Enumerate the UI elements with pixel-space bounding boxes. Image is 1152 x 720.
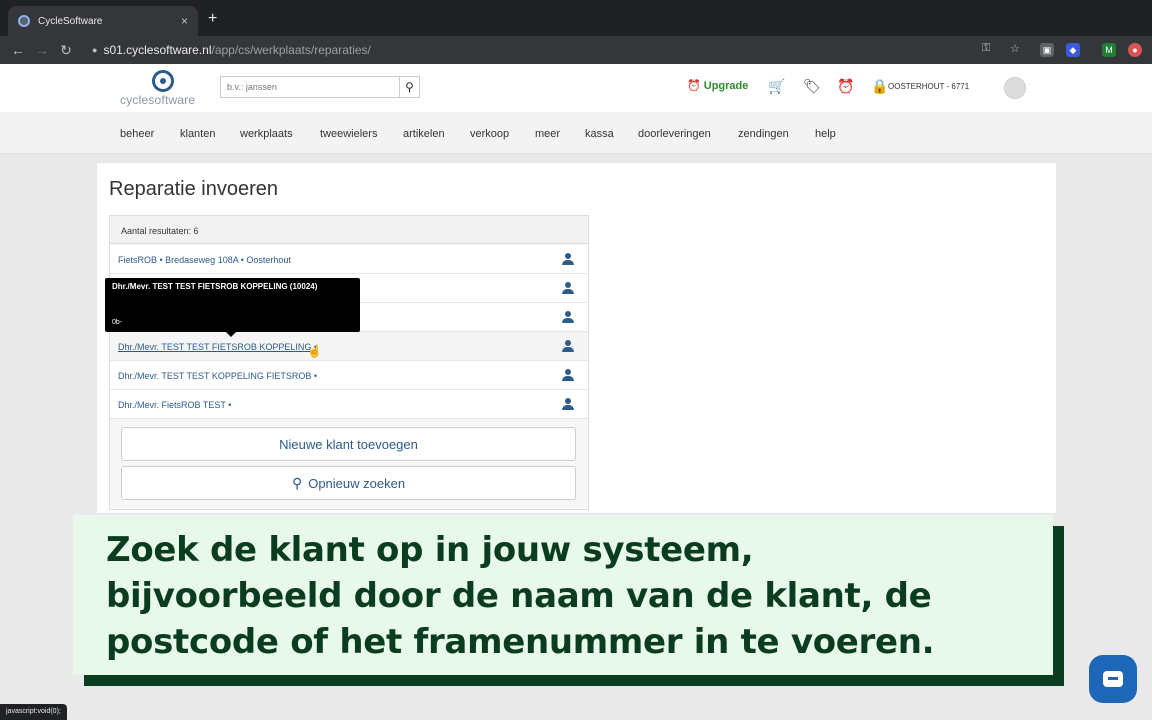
url-domain: s01.cyclesoftware.nl (103, 43, 212, 57)
list-item[interactable]: Dhr./Mevr. FietsROB TEST • (110, 390, 588, 419)
nav-item-klanten[interactable]: klanten (180, 128, 215, 140)
back-icon[interactable]: ← (6, 42, 30, 58)
customer-tooltip: Dhr./Mevr. TEST TEST FIETSROB KOPPELING … (105, 278, 360, 337)
tooltip-title: Dhr./Mevr. TEST TEST FIETSROB KOPPELING … (112, 282, 318, 291)
nav-item-doorleveringen[interactable]: doorleveringen (638, 128, 711, 140)
results-list: Aantal resultaten: 6 FietsROB • Bredasew… (109, 215, 589, 510)
browser-toolbar: ← → ↻ ● s01.cyclesoftware.nl/app/cs/werk… (0, 36, 1152, 64)
app-header: cyclesoftware ⚲ (0, 64, 1152, 112)
avatar[interactable] (1004, 77, 1026, 99)
lock-icon[interactable]: ● (92, 45, 97, 55)
caption-line: Zoek de klant op in jouw systeem, (106, 530, 754, 570)
list-item-label[interactable]: Dhr./Mevr. TEST TEST FIETSROB KOPPELING … (118, 342, 317, 352)
reload-icon[interactable]: ↻ (54, 42, 78, 59)
logo-text: cyclesoftware (120, 93, 196, 107)
shield-extension-icon[interactable]: ◆ (1066, 43, 1080, 57)
status-url: javascript:void(0); (0, 704, 67, 720)
key-icon[interactable]: ⚿ (982, 42, 990, 55)
cart-icon[interactable]: 🛒 (768, 78, 785, 95)
list-item[interactable]: Dhr./Mevr. TEST TEST FIETSROB KOPPELING … (110, 332, 588, 361)
upgrade-link[interactable]: ⏰ Upgrade (687, 79, 748, 92)
lock-store-icon[interactable]: 🔒 (871, 78, 888, 95)
new-customer-button[interactable]: Nieuwe klant toevoegen (121, 427, 576, 461)
chat-button[interactable] (1089, 655, 1137, 703)
address-bar[interactable]: s01.cyclesoftware.nl/app/cs/werkplaats/r… (103, 43, 370, 57)
search-icon: ⚲ (291, 474, 303, 491)
upgrade-label: Upgrade (703, 80, 749, 92)
tooltip-arrow (226, 332, 236, 337)
list-item-label[interactable]: Dhr./Mevr. TEST TEST KOPPELING FIETSROB … (118, 371, 317, 381)
nav-item-artikelen[interactable]: artikelen (403, 128, 445, 140)
store-label[interactable]: OOSTERHOUT - 6771 (888, 82, 969, 91)
search-icon[interactable]: ⚲ (399, 77, 419, 97)
list-item-label[interactable]: Dhr./Mevr. FietsROB TEST • (118, 400, 231, 410)
nav-item-verkoop[interactable]: verkoop (470, 128, 509, 140)
person-icon[interactable] (562, 398, 574, 411)
alarm-icon[interactable]: ⏰ (837, 78, 854, 95)
forward-icon[interactable]: → (30, 42, 54, 58)
page-title: Reparatie invoeren (109, 178, 278, 200)
extension-m-icon[interactable]: M (1102, 43, 1116, 57)
nav-item-meer[interactable]: meer (535, 128, 560, 140)
main-nav: beheer klanten werkplaats tweewielers ar… (0, 112, 1152, 154)
tab-title: CycleSoftware (38, 15, 103, 27)
list-item[interactable]: FietsROB • Bredaseweg 108A • Oosterhout (110, 245, 588, 274)
star-icon[interactable]: ☆ (1010, 42, 1020, 55)
search-input[interactable] (221, 77, 399, 97)
person-icon[interactable] (562, 253, 574, 266)
tag-icon[interactable]: 🏷 (803, 78, 821, 95)
url-path: /app/cs/werkplaats/reparaties/ (211, 43, 371, 57)
nav-item-werkplaats[interactable]: werkplaats (240, 128, 293, 140)
list-item[interactable]: Dhr./Mevr. TEST TEST KOPPELING FIETSROB … (110, 361, 588, 390)
nav-item-kassa[interactable]: kassa (585, 128, 614, 140)
nav-item-beheer[interactable]: beheer (120, 128, 154, 140)
person-icon[interactable] (562, 311, 574, 324)
browser-tab-bar: CycleSoftware × + (0, 0, 1152, 36)
person-icon[interactable] (562, 369, 574, 382)
cursor-icon: ☝ (307, 344, 322, 358)
new-tab-button[interactable]: + (208, 10, 217, 28)
search-again-label: Opnieuw zoeken (308, 475, 406, 491)
caption-line: postcode of het framenummer in te voeren… (106, 622, 935, 662)
profile-icon[interactable]: ● (1128, 43, 1142, 57)
nav-item-tweewielers[interactable]: tweewielers (320, 128, 377, 140)
nav-item-zendingen[interactable]: zendingen (738, 128, 789, 140)
search-again-button[interactable]: ⚲ Opnieuw zoeken (121, 466, 576, 500)
person-icon[interactable] (562, 282, 574, 295)
favicon-icon (18, 15, 30, 27)
alarm-clock-icon: ⏰ (687, 80, 701, 92)
caption-line: bijvoorbeeld door de naam van de klant, … (106, 576, 932, 616)
tab-close-icon[interactable]: × (181, 14, 188, 28)
extension-icon[interactable]: ▣ (1040, 43, 1054, 57)
logo-mark-icon (152, 70, 174, 92)
chat-icon (1103, 671, 1123, 687)
list-item-label[interactable]: FietsROB • Bredaseweg 108A • Oosterhout (118, 255, 291, 265)
cyclesoftware-logo[interactable]: cyclesoftware (120, 68, 208, 108)
nav-item-help[interactable]: help (815, 128, 836, 140)
browser-tab[interactable]: CycleSoftware × (8, 6, 198, 36)
person-icon[interactable] (562, 340, 574, 353)
search-box: ⚲ (220, 76, 420, 98)
caption-box: Zoek de klant op in jouw systeem, bijvoo… (73, 515, 1053, 675)
tooltip-subtitle: 0b- (112, 319, 123, 326)
results-count: Aantal resultaten: 6 (110, 216, 588, 244)
